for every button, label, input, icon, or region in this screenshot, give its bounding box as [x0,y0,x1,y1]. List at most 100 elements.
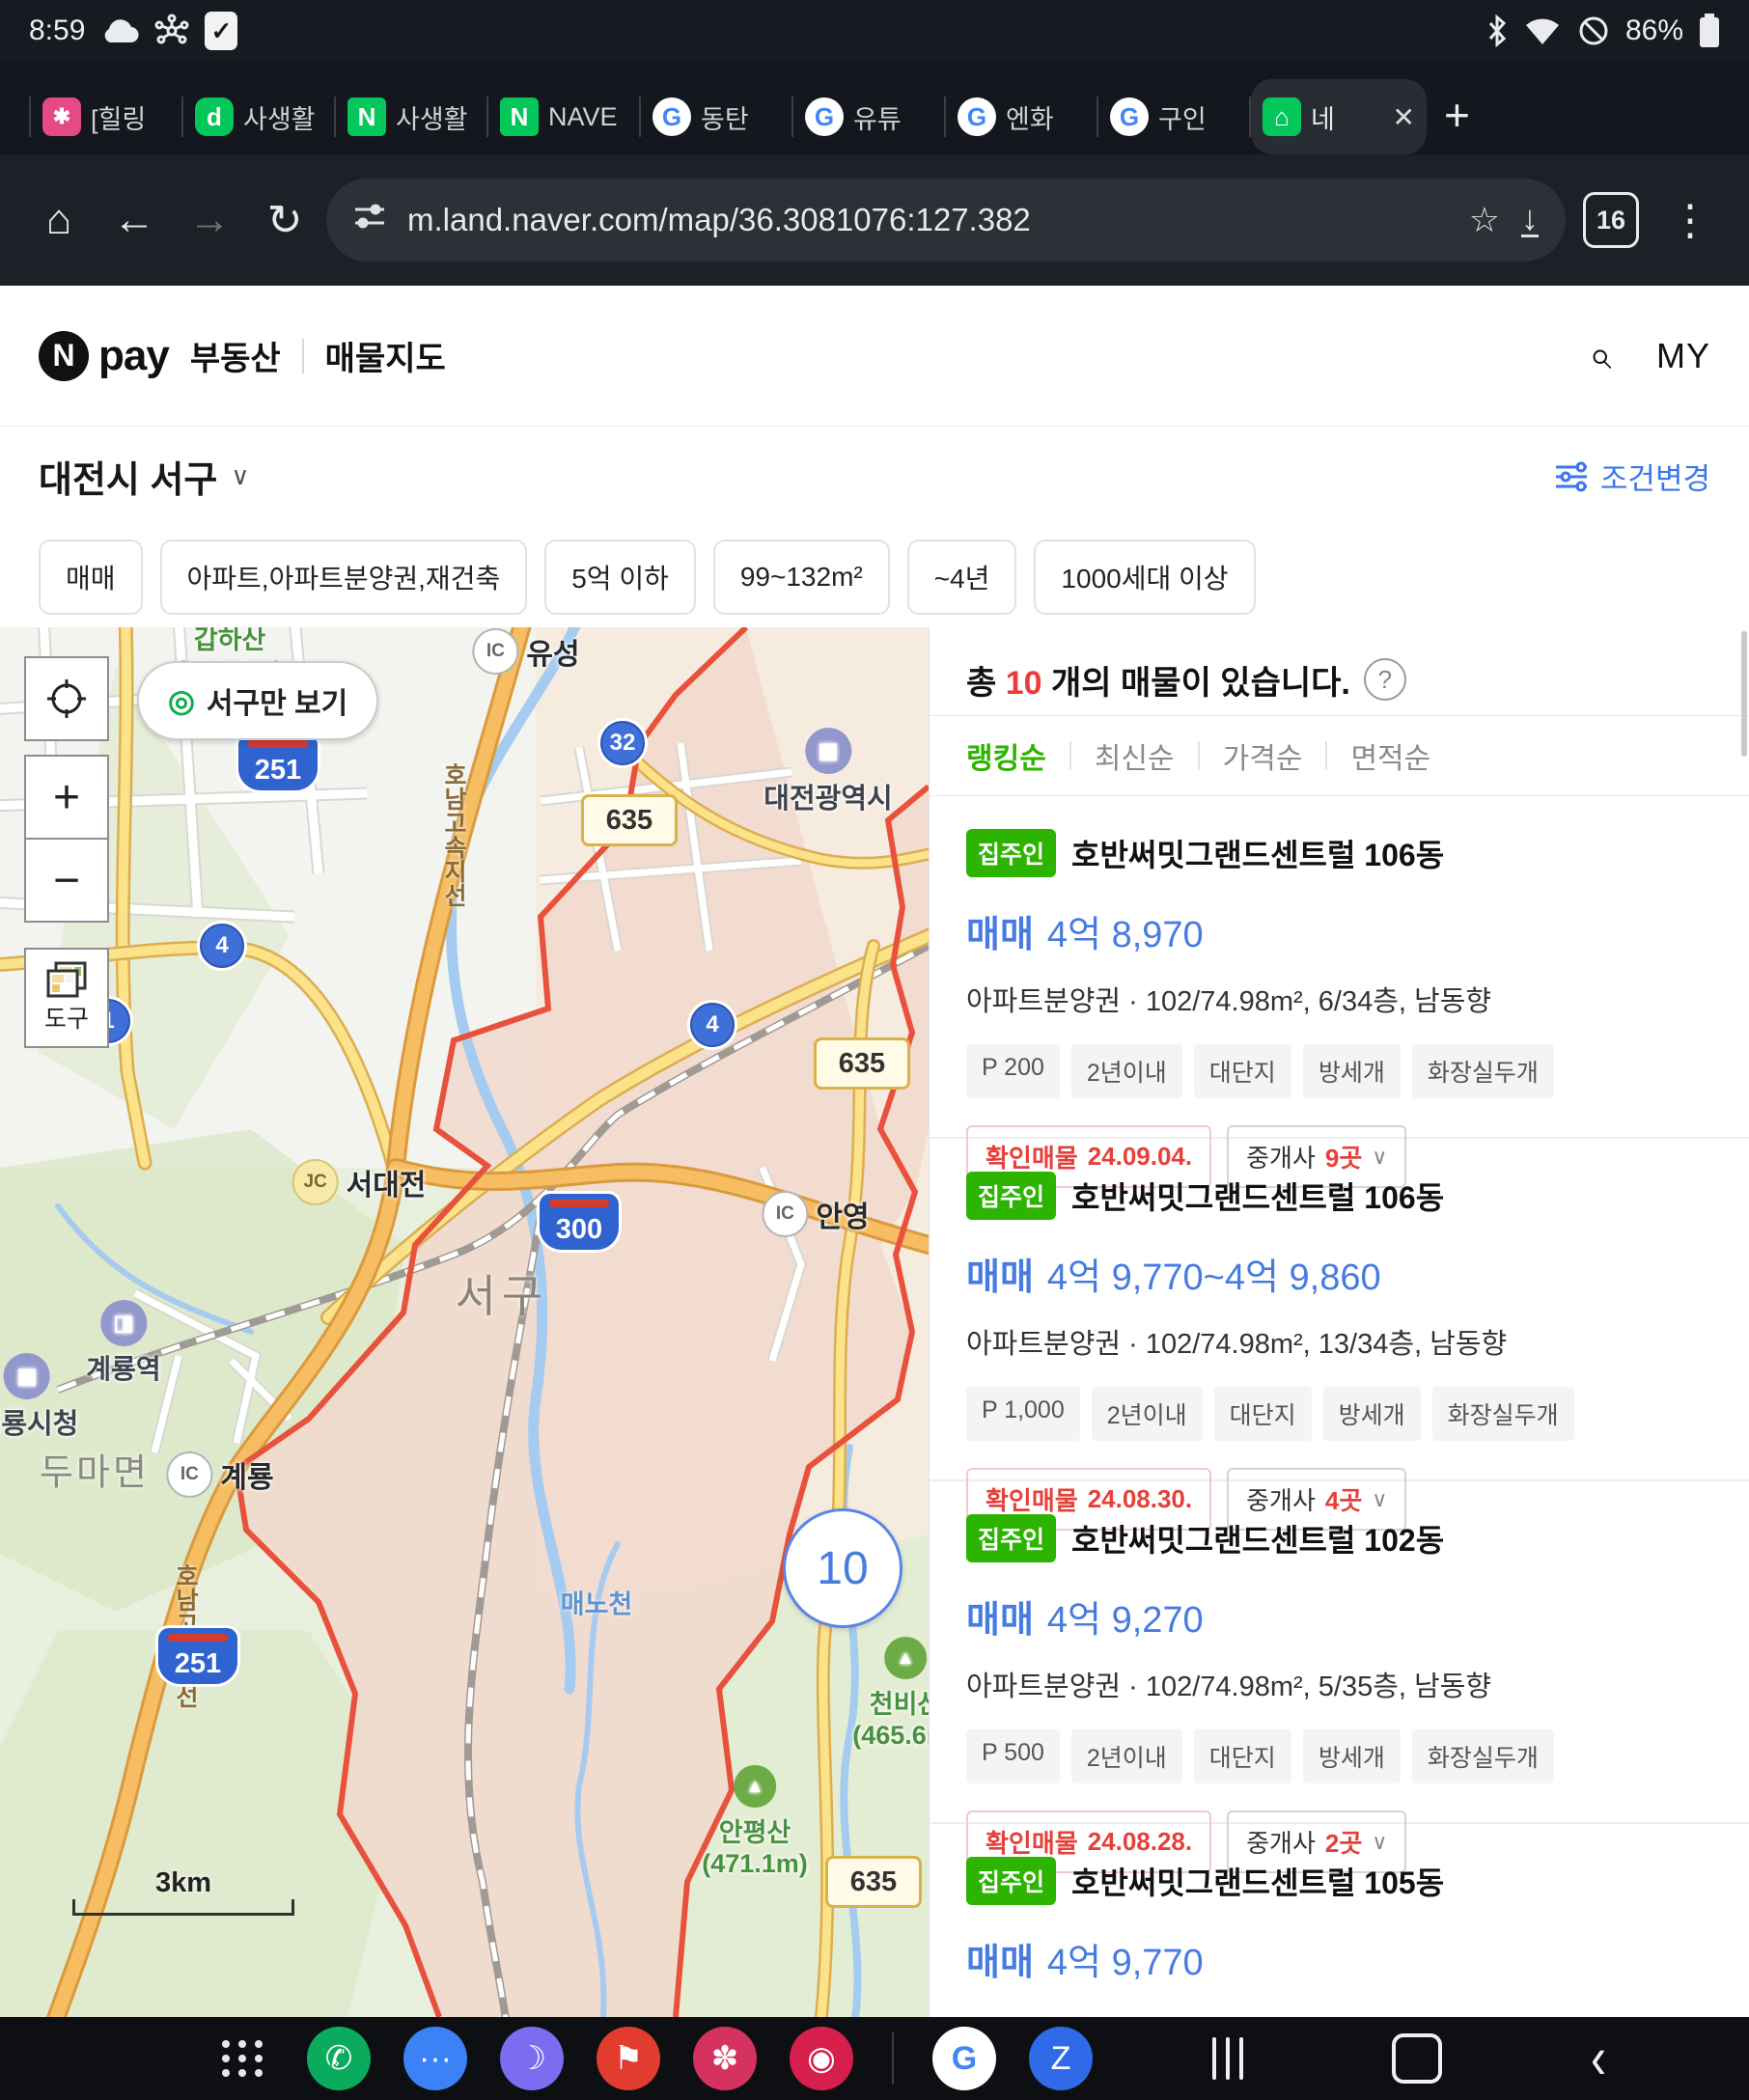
listing-title-row: 집주인호반써밋그랜드센트럴 105동 [966,1857,1712,1905]
tab-title: 네 [1311,98,1335,136]
region-selector[interactable]: 대전시 서구 ∨ [39,450,249,503]
browser-tab[interactable]: G구인 [1098,79,1251,154]
district-only-button[interactable]: ◎ 서구만 보기 [137,661,378,740]
listing-card[interactable]: 집주인호반써밋그랜드센트럴 106동매매4억 9,770~4억 9,860아파트… [930,1139,1749,1481]
browser-tab[interactable]: d사생활 [183,79,336,154]
listing-tag: P 1,000 [966,1387,1080,1441]
phone-app-icon[interactable]: ✆ [307,2027,371,2090]
bookmark-star-icon[interactable]: ☆ [1469,200,1500,240]
scale-label: 3km [72,1867,294,1899]
map-tools-button[interactable]: 도구 [24,948,109,1048]
new-tab-button[interactable]: + [1444,89,1470,141]
city-name: 대전광역시 [763,784,892,815]
app-drawer-button[interactable] [222,2040,264,2077]
browser-tab-strip: ✱[힐링d사생활N사생활NNAVEG동탄G유튜G엔화G구인⌂네✕+ [0,62,1749,154]
nav-divider [892,2032,894,2085]
owner-badge: 집주인 [966,1514,1056,1562]
service-label[interactable]: 부동산 [190,332,281,379]
download-icon[interactable]: ↓ [1521,203,1539,236]
filter-chip[interactable]: 아파트,아파트분양권,재건축 [160,539,528,615]
google-app-icon[interactable]: G [932,2027,996,2090]
layers-icon [46,961,87,998]
zoom-out-button[interactable]: − [24,838,109,923]
tab-title: 동탄 [701,98,749,136]
deal-type-label: 매매 [966,1943,1034,1983]
sort-option[interactable]: 랭킹순 [966,734,1046,777]
owner-badge: 집주인 [966,1172,1056,1220]
filter-chip[interactable]: ~4년 [907,539,1017,615]
tools-label: 도구 [44,1000,89,1035]
filter-chip[interactable]: 매매 [39,539,143,615]
reload-button[interactable]: ↻ [251,196,319,245]
listing-card[interactable]: 집주인호반써밋그랜드센트럴 102동매매4억 9,270아파트분양권 · 102… [930,1481,1749,1824]
land-favicon-icon: ⌂ [1263,97,1301,136]
tab-cut-edge[interactable] [6,79,31,154]
do-not-disturb-icon [1577,14,1610,47]
local-route-badge: 635 [825,1856,922,1908]
tab-counter-button[interactable]: 16 [1583,192,1639,248]
tab-title: NAVE [548,102,618,132]
browser-menu-button[interactable]: ⋮ [1656,196,1724,245]
help-icon[interactable]: ? [1364,658,1406,701]
my-menu-button[interactable]: MY [1656,336,1710,376]
condition-change-button[interactable]: 조건변경 [1554,455,1710,498]
price-value: 4억 9,270 [1047,1600,1204,1641]
daum-favicon-icon: d [195,97,234,136]
home-nav-button[interactable] [1392,2033,1442,2084]
internet-app-icon[interactable]: ☽ [500,2027,564,2090]
listing-card[interactable]: 집주인호반써밋그랜드센트럴 106동매매4억 8,970아파트분양권 · 102… [930,796,1749,1139]
forward-button[interactable]: → [176,196,243,244]
local-route-badge: 635 [581,794,678,846]
region-name: 대전시 서구 [39,450,217,503]
filter-chip[interactable]: 1000세대 이상 [1034,539,1255,615]
url-text[interactable]: m.land.naver.com/map/36.3081076:127.382 [407,202,1448,238]
browser-tab[interactable]: G유튜 [793,79,946,154]
back-nav-button[interactable]: ‹ [1591,2024,1606,2093]
listing-tag: 화장실두개 [1432,1387,1574,1441]
interchange-label: IC유성 [472,628,579,675]
mountain-label: ▲안평산(471.1m) [702,1765,808,1879]
recents-button[interactable] [1212,2037,1243,2080]
home-button[interactable]: ⌂ [25,196,93,244]
tab-close-button[interactable]: ✕ [1393,101,1415,133]
listing-title: 호반써밋그랜드센트럴 106동 [1071,1174,1444,1218]
browser-tab[interactable]: G엔화 [946,79,1098,154]
sort-option[interactable]: 가격순 [1223,734,1303,777]
listing-card[interactable]: 집주인호반써밋그랜드센트럴 105동매매4억 9,770 [930,1824,1749,2017]
site-settings-icon[interactable] [353,200,386,241]
city-name: 계룡시청 [0,1409,78,1440]
sort-option[interactable]: 면적순 [1350,734,1430,777]
messages-app-icon[interactable]: ··· [403,2027,467,2090]
google-favicon-icon: G [958,97,996,136]
current-location-button[interactable] [24,656,109,741]
browser-tab[interactable]: ⌂ 네 ✕ [1251,79,1427,154]
town-label: 두마면 [40,1443,150,1496]
map-area[interactable]: 갑하산(468.7m)IC유성32▦대전광역시호남고속지선25114635JC서… [0,627,929,2017]
sort-option[interactable]: 최신순 [1095,734,1175,777]
blue-app-icon[interactable]: Z [1029,2027,1093,2090]
npay-logo[interactable]: N pay 부동산 [39,331,281,381]
filter-chip[interactable]: 99~132m² [713,539,890,615]
browser-tab[interactable]: ✱[힐링 [31,79,183,154]
browser-tab[interactable]: NNAVE [488,79,641,154]
browser-tab[interactable]: N사생활 [336,79,488,154]
red-app-icon[interactable]: ⚑ [597,2027,660,2090]
mountain-icon: ▲ [734,1765,776,1808]
sort-separator [1325,741,1327,770]
panel-scrollbar[interactable] [1741,631,1747,757]
url-bar[interactable]: m.land.naver.com/map/36.3081076:127.382 … [326,179,1566,262]
listing-tags: P 2002년이내대단지방세개화장실두개 [966,1044,1712,1098]
filter-chip[interactable]: 5억 이하 [544,539,696,615]
expressway-name-label: 호남고속지선 [436,762,471,907]
flower-app-icon[interactable]: ✽ [693,2027,757,2090]
camera-app-icon[interactable]: ◉ [790,2027,853,2090]
back-button[interactable]: ← [100,196,168,244]
interchange-icon: IC [166,1451,212,1498]
browser-tab[interactable]: G동탄 [641,79,793,154]
content: 갑하산(468.7m)IC유성32▦대전광역시호남고속지선25114635JC서… [0,627,1749,2017]
search-icon[interactable]: ⌕ [1589,332,1612,379]
listing-tags: P 5002년이내대단지방세개화장실두개 [966,1729,1712,1783]
zoom-in-button[interactable]: + [24,755,109,840]
system-nav-bar: ✆ ··· ☽ ⚑ ✽ ◉ GZ ‹ [0,2017,1749,2100]
listing-cluster-marker[interactable]: 10 [783,1508,902,1628]
